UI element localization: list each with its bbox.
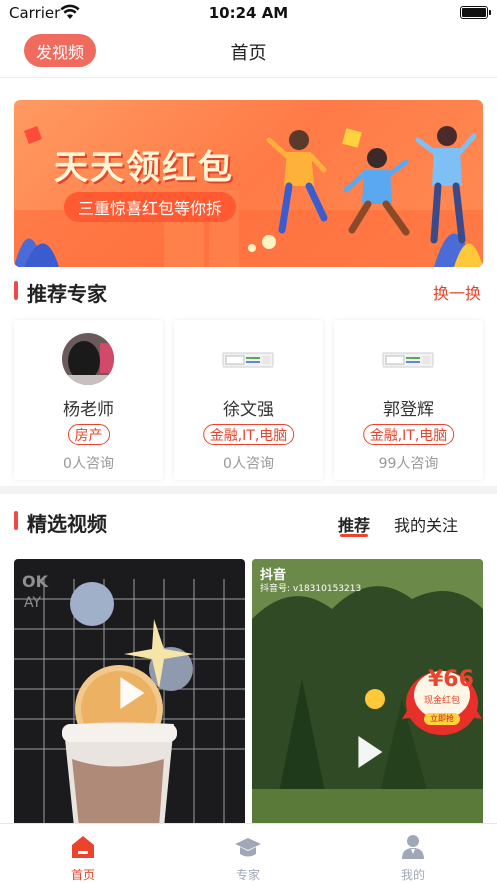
- expert-name: 郭登辉: [383, 400, 434, 420]
- status-bar: Carrier 10:24 AM: [0, 0, 497, 26]
- banner-title: 天天领红包: [54, 148, 234, 188]
- red-envelope-amount: ¥66: [428, 667, 474, 692]
- tab-label: 专家: [235, 868, 260, 882]
- avatar: [62, 333, 114, 385]
- graduation-cap-icon: [235, 838, 261, 857]
- tab-home[interactable]: 首页: [23, 824, 143, 883]
- video-card[interactable]: OK AY: [14, 559, 245, 827]
- expert-name: 杨老师: [63, 400, 114, 420]
- consult-count: 99人咨询: [378, 456, 439, 472]
- experts-section-header: 推荐专家 换一换: [0, 276, 497, 306]
- home-icon: [72, 836, 94, 858]
- video-card[interactable]: 抖音 抖音号: v18310153213 ¥66 现金红包 立即抢: [252, 559, 483, 827]
- tab-label: 首页: [70, 868, 95, 882]
- expert-card[interactable]: 徐文强 金融,IT,电脑 0人咨询: [174, 320, 323, 480]
- play-icon: [357, 735, 382, 768]
- red-envelope-label: 现金红包: [424, 696, 461, 706]
- nav-bar: 发视频 首页: [0, 26, 497, 78]
- active-tab-indicator: [340, 534, 368, 537]
- svg-text:OK: OK: [22, 572, 49, 591]
- expert-card[interactable]: 郭登辉 金融,IT,电脑 99人咨询: [334, 320, 483, 480]
- user-icon: [402, 835, 424, 859]
- consult-count: 0人咨询: [223, 456, 274, 472]
- section-accent-bar: [14, 281, 18, 300]
- tab-experts[interactable]: 专家: [188, 824, 308, 883]
- banner-subtitle: 三重惊喜红包等你拆: [64, 192, 237, 222]
- promo-banner[interactable]: 天天领红包 三重惊喜红包等你拆: [14, 100, 483, 267]
- section-divider: [0, 486, 497, 494]
- expert-tag: 金融,IT,电脑: [362, 424, 455, 445]
- tab-following[interactable]: 我的关注: [394, 512, 458, 536]
- expert-tag: 金融,IT,电脑: [202, 424, 295, 445]
- svg-text:AY: AY: [24, 595, 41, 611]
- page-title: 首页: [230, 43, 267, 64]
- tab-label: 我的: [400, 868, 425, 882]
- play-icon: [119, 677, 144, 709]
- avatar: [222, 333, 274, 385]
- tab-recommended[interactable]: 推荐: [338, 512, 370, 536]
- section-title: 精选视频: [27, 512, 107, 536]
- section-title: 推荐专家: [27, 282, 107, 306]
- bottom-tab-bar: 首页 专家 我的: [0, 823, 497, 883]
- tab-profile[interactable]: 我的: [353, 824, 473, 883]
- battery-icon: [460, 6, 491, 19]
- grab-red-envelope-button[interactable]: 立即抢: [424, 713, 460, 725]
- avatar: [382, 333, 434, 385]
- expert-card[interactable]: 杨老师 房产 0人咨询: [14, 320, 163, 480]
- douyin-account-label: 抖音号: v18310153213: [260, 584, 362, 594]
- consult-count: 0人咨询: [63, 456, 114, 472]
- expert-tag: 房产: [67, 424, 110, 445]
- expert-list: 杨老师 房产 0人咨询 徐文强 金融,IT,电脑 0人咨询 郭登辉 金融,IT,…: [14, 320, 483, 480]
- change-experts-button[interactable]: 换一换: [433, 280, 481, 304]
- section-accent-bar: [14, 511, 18, 530]
- clock: 10:24 AM: [208, 4, 289, 22]
- expert-name: 徐文强: [223, 400, 274, 420]
